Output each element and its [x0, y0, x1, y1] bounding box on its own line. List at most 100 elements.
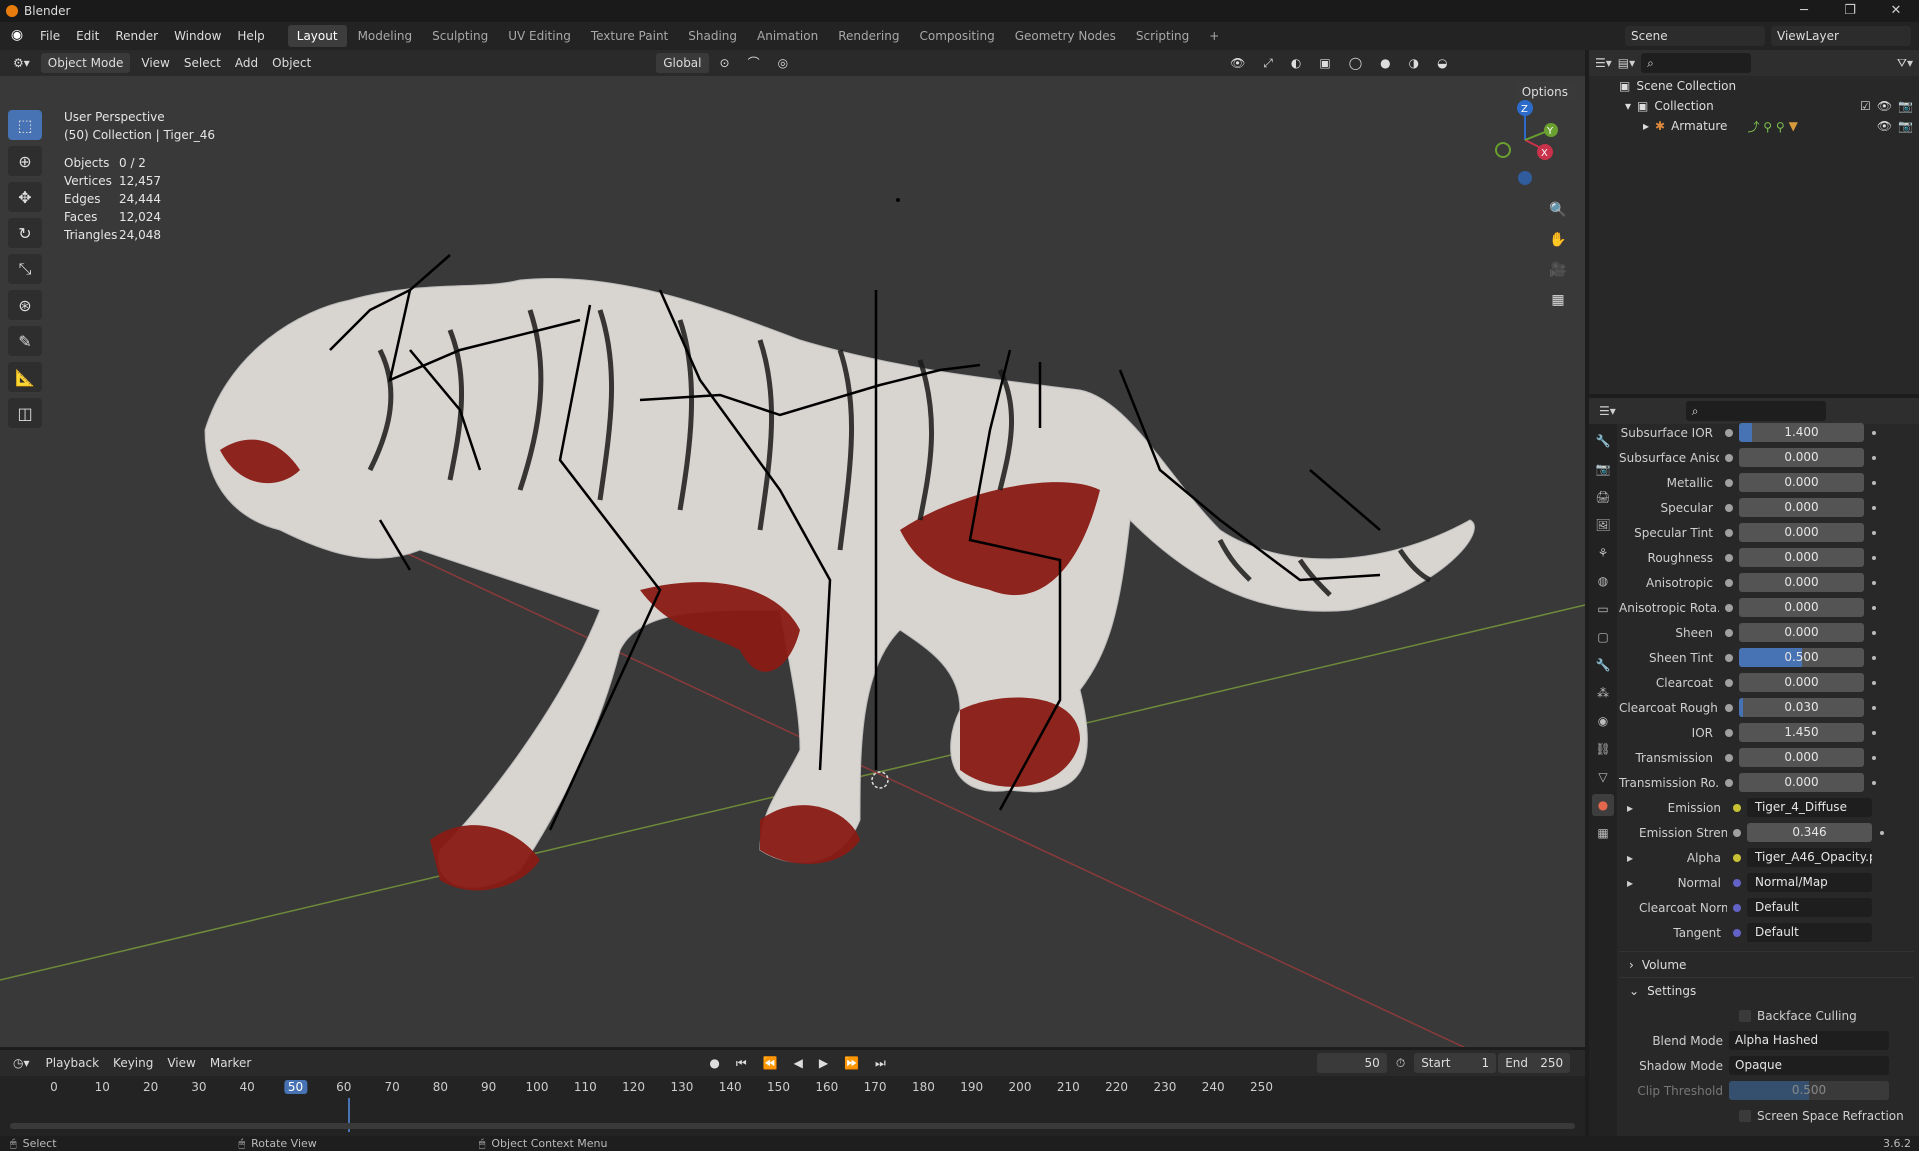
scale-icon[interactable]: ⤡ [8, 254, 42, 284]
property-value-field[interactable]: 0.000 [1739, 473, 1864, 492]
shading-rendered-icon[interactable]: ◒ [1430, 53, 1454, 73]
measure-icon[interactable]: 📐 [8, 362, 42, 392]
expand-icon[interactable]: ▸ [1627, 851, 1639, 865]
linked-node-field[interactable]: Default [1747, 923, 1872, 942]
property-value-field[interactable]: 1.400 [1739, 423, 1864, 442]
start-frame-field[interactable]: Start 1 [1414, 1053, 1497, 1073]
viewport-menu-add[interactable]: Add [228, 53, 265, 73]
socket-icon[interactable] [1725, 653, 1733, 662]
menu-edit[interactable]: Edit [68, 22, 107, 50]
socket-icon[interactable] [1725, 578, 1733, 587]
socket-icon[interactable] [1725, 753, 1733, 762]
cursor-icon[interactable]: ⊕ [8, 146, 42, 176]
collection-tab-icon[interactable]: ▭ [1592, 598, 1614, 620]
property-value-field[interactable]: 1.450 [1739, 723, 1864, 742]
transform-icon[interactable]: ⊛ [8, 290, 42, 320]
keyframe-dot-icon[interactable] [1872, 480, 1876, 485]
socket-icon[interactable] [1733, 878, 1741, 887]
add-workspace-icon[interactable]: + [1200, 25, 1228, 47]
particles-tab-icon[interactable]: ⁂ [1592, 682, 1614, 704]
property-value-field[interactable]: 0.000 [1739, 623, 1864, 642]
properties-type-icon[interactable]: ☰▾ [1599, 404, 1616, 418]
annotate-icon[interactable]: ✎ [8, 326, 42, 356]
timeline-menu-keying[interactable]: Keying [106, 1053, 160, 1073]
overlay-icon[interactable]: ◐ [1284, 53, 1308, 73]
tab-scripting[interactable]: Scripting [1127, 25, 1198, 47]
menu-render[interactable]: Render [107, 22, 166, 50]
output-tab-icon[interactable]: 🖨 [1592, 486, 1614, 508]
zoom-icon[interactable]: 🔍 [1545, 197, 1571, 223]
collection-row[interactable]: ▾ ▣ Collection ☑ 👁 📷 [1589, 96, 1919, 116]
tab-uv-editing[interactable]: UV Editing [499, 25, 580, 47]
next-key-icon[interactable]: ⏩ [837, 1053, 866, 1073]
blend-mode-select[interactable]: Alpha Hashed [1729, 1031, 1889, 1050]
socket-icon[interactable] [1725, 528, 1733, 537]
socket-icon[interactable] [1725, 428, 1733, 437]
tab-layout[interactable]: Layout [287, 25, 347, 47]
timer-icon[interactable]: ⏱ [1389, 1053, 1412, 1073]
view-layer-tab-icon[interactable]: 🖼 [1592, 514, 1614, 536]
socket-icon[interactable] [1725, 503, 1733, 512]
keyframe-dot-icon[interactable] [1872, 530, 1876, 535]
property-value-field[interactable]: 0.000 [1739, 448, 1864, 467]
keyframe-dot-icon[interactable] [1872, 630, 1876, 635]
expand-icon[interactable]: ▾ [1625, 99, 1631, 113]
socket-icon[interactable] [1725, 778, 1733, 787]
play-icon[interactable]: ▶ [812, 1053, 835, 1073]
outliner[interactable]: ☰▾ ▤▾ ⌕ ⛛▾ ▣ Scene Collection ▾ ▣ Collec… [1589, 50, 1919, 394]
proportional-icon[interactable]: ◎ [771, 53, 795, 73]
add-cube-icon[interactable]: ◫ [8, 398, 42, 428]
keyframe-dot-icon[interactable] [1872, 755, 1876, 760]
tab-modeling[interactable]: Modeling [349, 25, 422, 47]
keyframe-dot-icon[interactable] [1872, 605, 1876, 610]
property-value-field[interactable]: 0.346 [1747, 823, 1872, 842]
socket-icon[interactable] [1725, 728, 1733, 737]
axis-gizmo[interactable]: Z X Y [1465, 90, 1585, 190]
property-value-field[interactable]: 0.000 [1739, 748, 1864, 767]
timeline-menu-view[interactable]: View [160, 1053, 202, 1073]
backface-row[interactable]: Backface Culling [1619, 1003, 1914, 1028]
backface-checkbox[interactable] [1739, 1009, 1751, 1022]
outliner-search[interactable]: ⌕ [1641, 53, 1752, 73]
checkbox-icon[interactable]: ☑ [1860, 99, 1871, 113]
visibility-icon[interactable]: 👁 [1223, 53, 1252, 73]
socket-icon[interactable] [1733, 928, 1741, 937]
pivot-icon[interactable]: ⊙ [713, 53, 737, 73]
render-icon[interactable]: 📷 [1898, 99, 1913, 113]
tab-compositing[interactable]: Compositing [910, 25, 1003, 47]
mode-selector[interactable]: Object Mode [40, 53, 131, 73]
settings-section[interactable]: ⌄ Settings [1619, 977, 1914, 1003]
snap-icon[interactable]: ⌒ [741, 53, 767, 73]
minimize-icon[interactable]: ─ [1781, 0, 1827, 22]
record-icon[interactable]: ● [702, 1053, 726, 1073]
modifier-tab-icon[interactable]: 🔧 [1592, 654, 1614, 676]
viewport-menu-view[interactable]: View [134, 53, 176, 73]
keyframe-dot-icon[interactable] [1880, 830, 1884, 835]
socket-icon[interactable] [1725, 478, 1733, 487]
timeline-type-icon[interactable]: ◷▾ [6, 1053, 37, 1073]
tool-tab-icon[interactable]: 🔧 [1592, 430, 1614, 452]
property-value-field[interactable]: 0.000 [1739, 523, 1864, 542]
viewport-menu-select[interactable]: Select [177, 53, 228, 73]
texture-tab-icon[interactable]: ▦ [1592, 822, 1614, 844]
expand-icon[interactable]: ▸ [1627, 876, 1639, 890]
eye-icon[interactable]: 👁 [1877, 99, 1892, 113]
filter-icon[interactable]: ⛛▾ [1897, 56, 1913, 71]
editor-type-icon[interactable]: ⚙▾ [6, 53, 37, 73]
shading-solid-icon[interactable]: ● [1373, 53, 1397, 73]
jump-end-icon[interactable]: ⏭ [868, 1053, 893, 1073]
transform-orientation[interactable]: Global [656, 53, 709, 73]
volume-section[interactable]: › Volume [1619, 951, 1914, 977]
property-value-field[interactable]: 0.000 [1739, 498, 1864, 517]
property-value-field[interactable]: 0.000 [1739, 598, 1864, 617]
socket-icon[interactable] [1725, 603, 1733, 612]
xray-icon[interactable]: ▣ [1312, 53, 1337, 73]
gizmo-toggle-icon[interactable]: ⤢ [1256, 53, 1280, 73]
linked-node-field[interactable]: Tiger_A46_Opacity.png [1747, 848, 1872, 867]
socket-icon[interactable] [1725, 678, 1733, 687]
socket-icon[interactable] [1725, 628, 1733, 637]
properties-search[interactable]: ⌕ [1685, 401, 1826, 421]
object-tab-icon[interactable]: ▢ [1592, 626, 1614, 648]
blender-menu-icon[interactable]: ◉ [8, 27, 26, 45]
tab-geometry-nodes[interactable]: Geometry Nodes [1006, 25, 1125, 47]
